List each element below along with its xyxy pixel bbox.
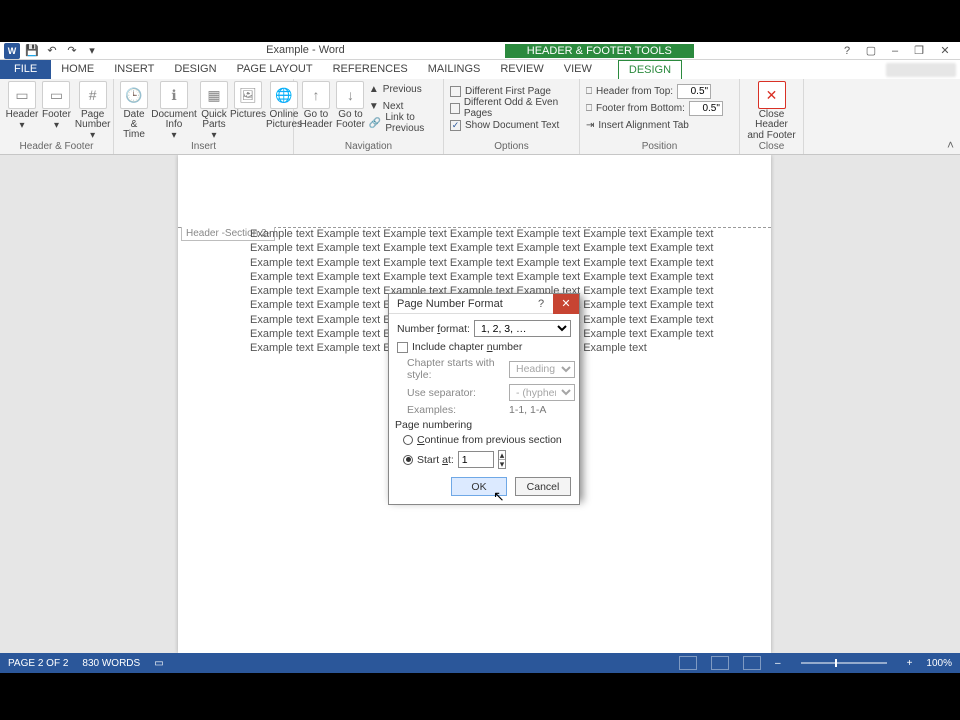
examples-value: 1-1, 1-A [509, 404, 546, 416]
previous-button[interactable]: ▲Previous [369, 81, 437, 97]
header-top-icon: ⎕ [586, 86, 592, 97]
tab-mailings[interactable]: MAILINGS [418, 60, 491, 79]
number-format-select[interactable]: 1, 2, 3, … [474, 320, 571, 337]
insert-alignment-tab-button[interactable]: ⇥Insert Alignment Tab [586, 117, 733, 133]
print-layout-icon[interactable] [711, 656, 729, 670]
footer-from-bottom-input[interactable] [689, 101, 723, 116]
quick-parts-button[interactable]: ▦Quick Parts▾ [200, 81, 228, 141]
group-options: Options [450, 141, 573, 154]
date-time-button[interactable]: 🕒Date & Time [120, 81, 148, 140]
web-layout-icon[interactable] [743, 656, 761, 670]
goto-footer-button[interactable]: ↓Go to Footer [336, 81, 365, 130]
chapter-style-label: Chapter starts with style: [407, 357, 505, 381]
zoom-level[interactable]: 100% [926, 658, 952, 669]
page-number-button[interactable]: #Page Number▾ [75, 81, 111, 141]
contextual-tab-header: HEADER & FOOTER TOOLS [505, 44, 694, 58]
tab-home[interactable]: HOME [51, 60, 104, 79]
footer-bottom-icon: ⎕ [586, 103, 592, 114]
start-at-input[interactable] [458, 451, 494, 468]
separator-select: - (hyphen) [509, 384, 575, 401]
examples-label: Examples: [407, 404, 505, 416]
group-navigation: Navigation [300, 141, 437, 154]
close-button[interactable]: ✕ [932, 43, 958, 59]
dialog-titlebar[interactable]: Page Number Format ? ✕ [389, 294, 579, 314]
ribbon: ▭Header▾ ▭Footer▾ #Page Number▾ Header &… [0, 79, 960, 155]
tab-references[interactable]: REFERENCES [323, 60, 418, 79]
dialog-help-button[interactable]: ? [531, 298, 551, 310]
tab-page-layout[interactable]: PAGE LAYOUT [227, 60, 323, 79]
ribbon-display-icon[interactable]: ▢ [860, 43, 882, 59]
read-mode-icon[interactable] [679, 656, 697, 670]
next-icon: ▼ [369, 101, 379, 112]
document-title: Example - Word [266, 44, 345, 58]
save-icon[interactable]: 💾 [24, 43, 40, 59]
continue-label: Continue from previous section [417, 434, 562, 446]
quick-access-toolbar: W 💾 ↶ ↷ ▾ [0, 43, 100, 59]
account-area[interactable] [886, 63, 956, 77]
tab-insert[interactable]: INSERT [104, 60, 164, 79]
undo-icon[interactable]: ↶ [44, 43, 60, 59]
qat-customize-icon[interactable]: ▾ [84, 43, 100, 59]
chapter-style-select: Heading 1 [509, 361, 575, 378]
header-button[interactable]: ▭Header▾ [6, 81, 38, 131]
header-from-top-label: Header from Top: [596, 86, 673, 97]
tab-review[interactable]: REVIEW [490, 60, 553, 79]
tab-file[interactable]: FILE [0, 60, 51, 79]
zoom-in-button[interactable]: + [907, 658, 913, 669]
group-header-footer: Header & Footer [6, 141, 107, 154]
group-close: Close [746, 141, 797, 154]
dialog-close-button[interactable]: ✕ [553, 294, 579, 314]
different-odd-even-checkbox[interactable]: Different Odd & Even Pages [450, 100, 573, 116]
footer-button[interactable]: ▭Footer▾ [42, 81, 71, 131]
document-info-button[interactable]: ℹDocument Info▾ [152, 81, 196, 141]
maximize-button[interactable]: ❐ [908, 43, 930, 59]
group-insert: Insert [120, 141, 287, 154]
goto-header-button[interactable]: ↑Go to Header [300, 81, 332, 130]
continue-radio[interactable] [403, 435, 413, 445]
minimize-button[interactable]: – [884, 43, 906, 59]
help-icon[interactable]: ? [836, 43, 858, 59]
link-icon: 🔗 [369, 118, 381, 129]
zoom-out-button[interactable]: – [775, 658, 781, 669]
group-position: Position [586, 141, 733, 154]
start-at-label: Start at: [417, 454, 454, 466]
page-indicator[interactable]: PAGE 2 OF 2 [8, 658, 68, 669]
word-app-icon[interactable]: W [4, 43, 20, 59]
footer-from-bottom-label: Footer from Bottom: [596, 103, 685, 114]
proofing-icon[interactable]: ▭ [154, 658, 163, 669]
zoom-slider[interactable] [801, 662, 887, 664]
previous-icon: ▲ [369, 84, 379, 95]
link-previous-button[interactable]: 🔗Link to Previous [369, 115, 437, 131]
start-at-spin-down[interactable]: ▾ [499, 460, 506, 468]
ribbon-tabs: FILE HOME INSERT DESIGN PAGE LAYOUT REFE… [0, 60, 960, 79]
cancel-button[interactable]: Cancel [515, 477, 571, 496]
start-at-radio[interactable] [403, 455, 413, 465]
align-tab-icon: ⇥ [586, 120, 594, 131]
tab-design[interactable]: DESIGN [164, 60, 226, 79]
redo-icon[interactable]: ↷ [64, 43, 80, 59]
page-numbering-label: Page numbering [395, 419, 571, 431]
include-chapter-checkbox[interactable] [397, 342, 408, 353]
number-format-label: Number format: [397, 323, 470, 335]
page-number-format-dialog: Page Number Format ? ✕ Number format: 1,… [388, 293, 580, 505]
tab-design-contextual[interactable]: DESIGN [618, 60, 682, 79]
dialog-title: Page Number Format [397, 298, 503, 310]
collapse-ribbon-icon[interactable]: ˄ [947, 138, 954, 152]
pictures-button[interactable]: 🖼Pictures [232, 81, 264, 120]
show-document-text-checkbox[interactable]: ✓Show Document Text [450, 117, 573, 133]
tab-view[interactable]: VIEW [554, 60, 602, 79]
ok-button[interactable]: OK [451, 477, 507, 496]
close-header-footer-button[interactable]: ✕Close Headerand Footer [746, 81, 797, 141]
separator-label: Use separator: [407, 387, 505, 399]
status-bar: PAGE 2 OF 2 830 WORDS ▭ – + 100% [0, 653, 960, 673]
header-from-top-input[interactable] [677, 84, 711, 99]
title-bar: W 💾 ↶ ↷ ▾ Example - Word HEADER & FOOTER… [0, 42, 960, 60]
word-count[interactable]: 830 WORDS [82, 658, 140, 669]
include-chapter-label: Include chapter number [412, 341, 522, 353]
